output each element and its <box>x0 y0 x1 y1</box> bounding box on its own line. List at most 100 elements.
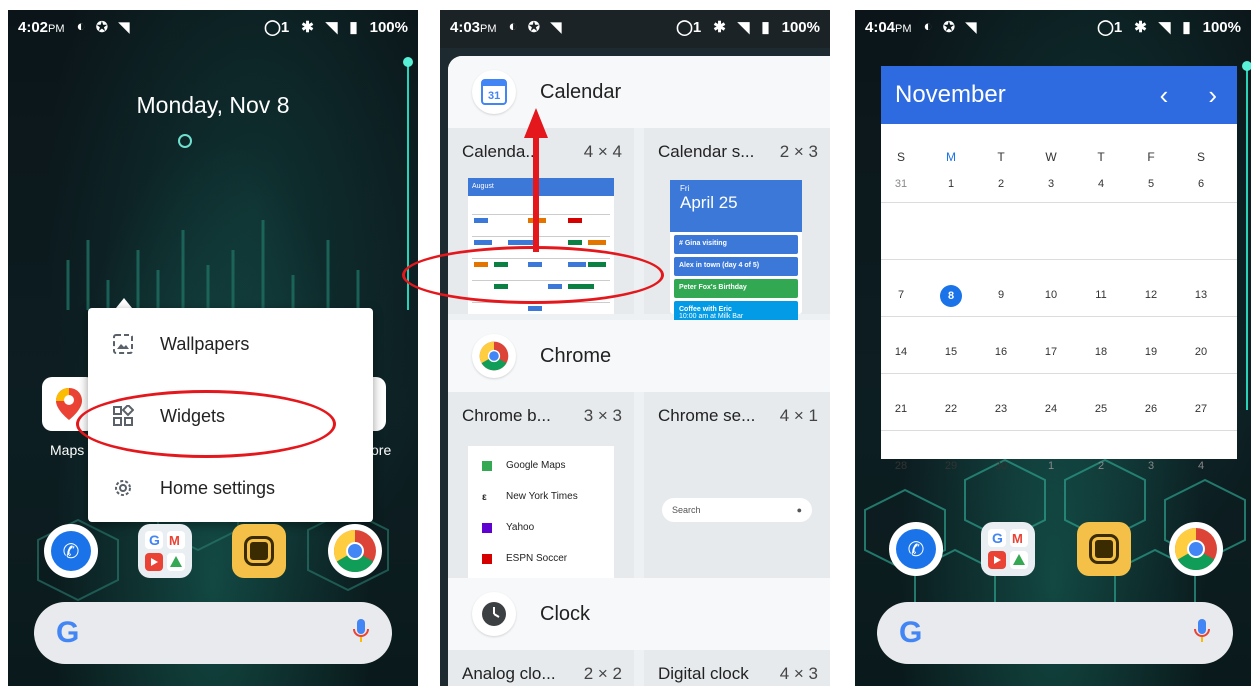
calendar-day[interactable]: 20 <box>1189 346 1213 358</box>
calendar-day[interactable]: 24 <box>1039 403 1063 415</box>
calendar-day[interactable]: 6 <box>1189 178 1213 190</box>
calendar-day[interactable]: 12 <box>1139 289 1163 301</box>
calendar-day[interactable]: 11 <box>1089 289 1113 301</box>
widget-analog-clock[interactable]: Analog clo... 2 × 2 <box>448 650 634 686</box>
sim-icon: ◯1 <box>1097 19 1123 36</box>
calendar-day[interactable]: 15 <box>939 346 963 358</box>
calendar-day[interactable]: 4 <box>1189 460 1213 472</box>
phone-app[interactable]: ✆ <box>889 522 943 576</box>
prev-month-button[interactable]: ‹ <box>1160 80 1169 111</box>
battery-icon: ▮ <box>349 19 358 36</box>
chrome-icon <box>472 334 516 378</box>
home-screen-with-widget: 4:04PM ◐ ✪ ◥ ◯1 ✱ ◥ ▮ 100% November ‹ › … <box>855 10 1251 686</box>
menu-label: Home settings <box>160 477 276 498</box>
home-screen-menu: 4:02PM ◐ ✪ ◥ ◯1 ✱ ◥ ▮ 100% Monday, Nov 8… <box>8 10 418 686</box>
calendar-day[interactable]: 25 <box>1089 403 1113 415</box>
widget-calendar-schedule[interactable]: Calendar s... 2 × 3 Fri April 25 # Gina v… <box>644 128 830 327</box>
search-placeholder: Search <box>672 505 701 515</box>
calendar-day[interactable]: 17 <box>1039 346 1063 358</box>
camera-app[interactable] <box>1077 522 1131 576</box>
svg-text:G: G <box>149 532 160 548</box>
widget-title: Chrome se... 4 × 1 <box>658 406 818 425</box>
google-apps-folder-icon: G M <box>145 531 185 571</box>
system-icons: ◯1 ✱ ◥ ▮ 100% <box>264 18 408 37</box>
widget-picker-screen: 4:03PM ◐ ✪ ◥ ◯1 ✱ ◥ ▮ 100% 31 Calendar C… <box>440 10 830 686</box>
status-time: 4:04PM <box>865 18 912 36</box>
mic-icon: ● <box>796 505 802 515</box>
calendar-day[interactable]: 7 <box>889 289 913 301</box>
calendar-day[interactable]: 1 <box>1039 460 1063 472</box>
calendar-day[interactable]: 2 <box>989 178 1013 190</box>
calendar-day[interactable]: 26 <box>1139 403 1163 415</box>
calendar-day[interactable]: 21 <box>889 403 913 415</box>
camera-icon <box>1092 537 1116 561</box>
phone-icon: ✆ <box>896 529 936 569</box>
calendar-day[interactable]: 19 <box>1139 346 1163 358</box>
calendar-day[interactable]: 22 <box>939 403 963 415</box>
calendar-day[interactable]: 2 <box>1089 460 1113 472</box>
bookmark-item: Yahoo <box>468 512 614 543</box>
widget-chrome-bookmarks[interactable]: Chrome b... 3 × 3 Google Maps ε New York T… <box>448 392 634 578</box>
calendar-day[interactable]: 10 <box>1039 289 1063 301</box>
bookmarks-preview: Google Maps ε New York Times Yahoo ESPN S… <box>468 446 614 578</box>
menu-label: Wallpapers <box>160 333 250 354</box>
calendar-day[interactable]: 5 <box>1139 178 1163 190</box>
chrome-app[interactable] <box>328 524 382 578</box>
phone-icon: ✆ <box>51 531 91 571</box>
chrome-icon <box>333 530 376 573</box>
weekday-header: S <box>1196 150 1205 164</box>
calendar-day[interactable]: 3 <box>1139 460 1163 472</box>
google-apps-folder-icon: G M <box>988 529 1028 569</box>
espn-icon <box>482 553 492 564</box>
google-search-bar[interactable]: G <box>34 602 392 664</box>
wifi-icon: ◥ <box>737 19 750 36</box>
menu-item-wallpapers[interactable]: Wallpapers <box>88 316 373 372</box>
battery-percent: 100% <box>369 18 408 36</box>
calendar-day[interactable]: 16 <box>989 346 1013 358</box>
phone-app[interactable]: ✆ <box>44 524 98 578</box>
widget-chrome-search[interactable]: Chrome se... 4 × 1 Search ● <box>644 392 830 578</box>
status-bar: 4:03PM ◐ ✪ ◥ ◯1 ✱ ◥ ▮ 100% <box>440 10 830 44</box>
google-folder[interactable]: G M <box>981 522 1035 576</box>
widget-list[interactable]: 31 Calendar Calenda... 4 × 4 August Cale… <box>448 56 830 686</box>
menu-item-home-settings[interactable]: Home settings <box>88 460 373 516</box>
sync-icon: ✪ <box>942 19 956 36</box>
vpn-icon: ◐ <box>76 18 86 35</box>
calendar-day[interactable]: 13 <box>1189 289 1213 301</box>
calendar-day[interactable]: 29 <box>939 460 963 472</box>
sync-icon: ✪ <box>527 19 541 36</box>
calendar-day[interactable]: 14 <box>889 346 913 358</box>
camera-icon <box>247 539 271 563</box>
next-month-button[interactable]: › <box>1208 80 1217 111</box>
calendar-day[interactable]: 23 <box>989 403 1013 415</box>
widget-title: Analog clo... 2 × 2 <box>462 664 622 683</box>
notification-icons: ◐ ✪ ◥ <box>77 18 130 36</box>
weekday-header: F <box>1147 150 1155 164</box>
calendar-day[interactable]: 28 <box>889 460 913 472</box>
app-name: Calendar <box>540 80 622 103</box>
calendar-day[interactable]: 1 <box>939 178 963 190</box>
calendar-month-widget[interactable]: November ‹ › S M T W T F S 31 1 2 3 4 5 6 7 8 9 10 11 12 13 1… <box>881 66 1237 472</box>
bluetooth-icon: ✱ <box>713 19 726 36</box>
google-search-bar[interactable]: G <box>877 602 1233 664</box>
mic-icon[interactable] <box>1193 618 1211 649</box>
calendar-day[interactable]: 3 <box>1039 178 1063 190</box>
system-icons: ◯1 ✱ ◥ ▮ 100% <box>676 18 820 37</box>
google-g-icon: G <box>56 616 80 649</box>
chrome-app[interactable] <box>1169 522 1223 576</box>
calendar-day[interactable]: 9 <box>989 289 1013 301</box>
chrome-icon <box>1174 528 1217 571</box>
today-indicator[interactable]: 8 <box>940 285 962 307</box>
mic-icon[interactable] <box>352 618 370 649</box>
calendar-day[interactable]: 27 <box>1189 403 1213 415</box>
schedule-widget-preview: Fri April 25 # Gina visiting Alex in tow… <box>670 180 802 327</box>
date-label: Monday, Nov 8 <box>136 92 290 118</box>
calendar-day[interactable]: 31 <box>889 178 913 190</box>
camera-app[interactable] <box>232 524 286 578</box>
calendar-day[interactable]: 4 <box>1089 178 1113 190</box>
calendar-day[interactable]: 30 <box>989 460 1013 472</box>
calendar-day[interactable]: 18 <box>1089 346 1113 358</box>
widget-digital-clock[interactable]: Digital clock 4 × 3 <box>644 650 830 686</box>
google-folder[interactable]: G M <box>138 524 192 578</box>
annotation-oval-widgets <box>76 390 336 458</box>
